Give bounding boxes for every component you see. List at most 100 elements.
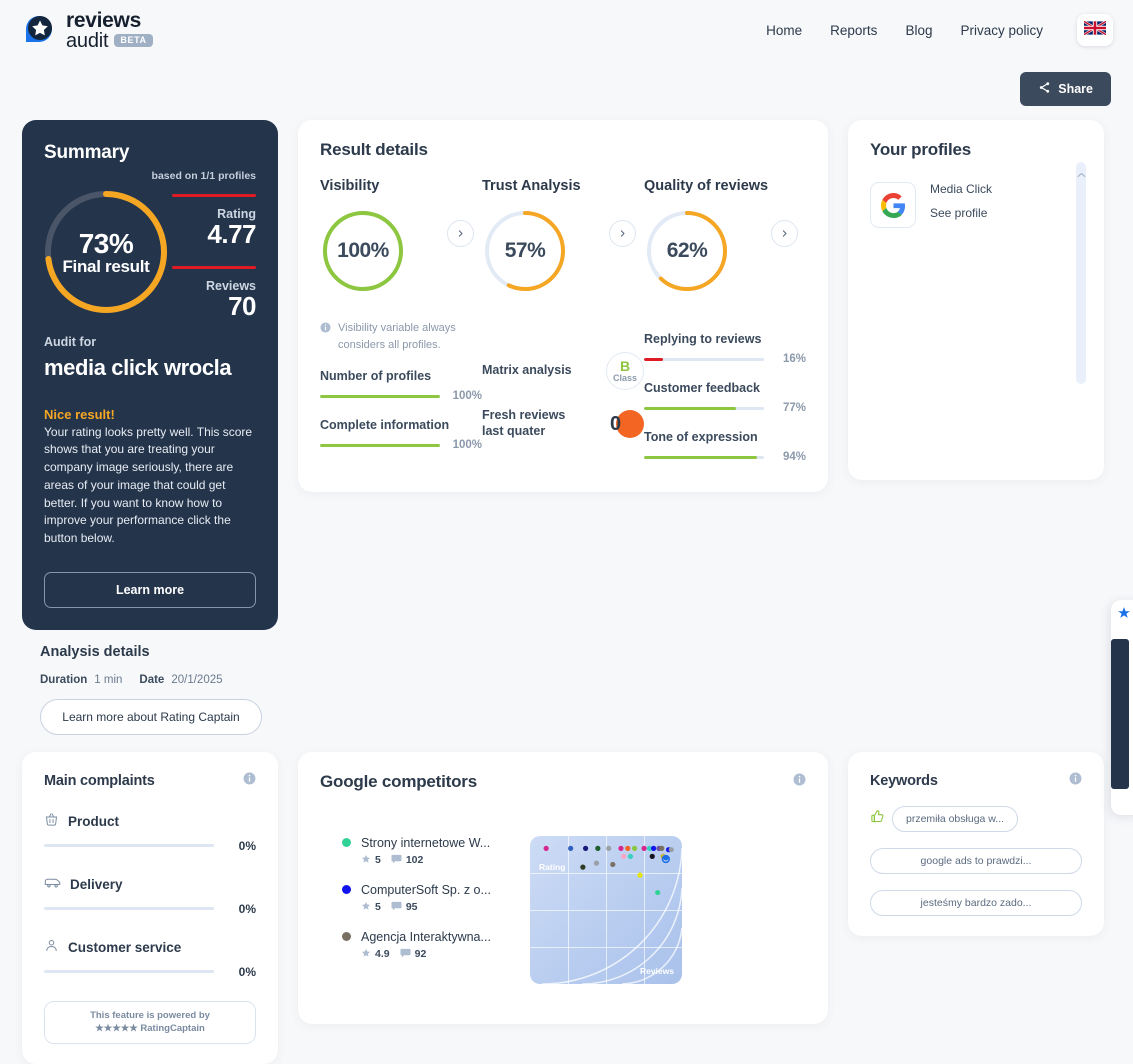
trust-analysis-donut: 57% bbox=[482, 208, 568, 294]
page-header: reviews audit BETA Home Reports Blog Pri… bbox=[0, 0, 1133, 60]
competitor-color-dot bbox=[342, 838, 351, 848]
profile-see-profile-link[interactable]: See profile bbox=[930, 206, 992, 220]
rating-captain-button[interactable]: Learn more about Rating Captain bbox=[40, 698, 262, 735]
info-icon[interactable] bbox=[1069, 772, 1082, 790]
main-nav: Home Reports Blog Privacy policy bbox=[766, 14, 1113, 46]
comment-icon bbox=[391, 854, 402, 867]
result-details-card: Result details Visibility 100% Visibilit… bbox=[298, 120, 828, 492]
powered-by-rating-captain[interactable]: This feature is powered by ★★★★★ RatingC… bbox=[44, 1000, 256, 1045]
metric-customer-feedback: Customer feedback 77% bbox=[644, 381, 806, 414]
competitor-list-item[interactable]: Strony internetowe W... 5 102 bbox=[342, 836, 520, 867]
summary-based-on: based on 1/1 profiles bbox=[151, 170, 256, 182]
summary-stats: Rating 4.77 Reviews 70 bbox=[172, 186, 257, 322]
competitor-color-dot bbox=[342, 885, 351, 895]
fresh-reviews-label: Fresh reviews last quater bbox=[482, 408, 566, 438]
competitor-list-item[interactable]: Agencja Interaktywna... 4.9 92 bbox=[342, 930, 520, 961]
nav-item-reports[interactable]: Reports bbox=[830, 23, 877, 38]
final-result-caption: Final result bbox=[62, 256, 150, 276]
analysis-details-row: Duration 1 min Date 20/1/2025 bbox=[40, 674, 260, 686]
trust-analysis-percent: 57% bbox=[504, 239, 546, 262]
matrix-analysis-row: Matrix analysis B Class bbox=[482, 352, 644, 390]
brand-logo[interactable]: reviews audit BETA bbox=[22, 10, 153, 51]
main-complaints-title: Main complaints bbox=[44, 772, 155, 789]
result-column-trust-analysis: Trust Analysis 57% Matrix analysis B Cla… bbox=[482, 178, 644, 463]
person-icon bbox=[44, 938, 59, 958]
profiles-scrollbar[interactable] bbox=[1076, 162, 1086, 384]
audit-for-label: Audit for bbox=[44, 334, 97, 349]
competitor-rating-value: 4.9 bbox=[375, 948, 390, 961]
your-profiles-card: Your profiles Media Click See profile bbox=[848, 120, 1104, 480]
competitor-reviews: 102 bbox=[391, 854, 424, 867]
complaint-product: Product 0% bbox=[44, 812, 256, 853]
competitor-reviews-value: 92 bbox=[414, 948, 427, 961]
competitor-name: ComputerSoft Sp. z o... bbox=[361, 882, 491, 897]
competitor-scatter-plot[interactable]: Rating Reviews bbox=[530, 835, 682, 984]
profile-info: Media Click See profile bbox=[930, 182, 992, 220]
competitor-color-dot bbox=[342, 932, 351, 942]
keyword-pill[interactable]: przemiła obsługa w... bbox=[892, 805, 1019, 832]
learn-more-button[interactable]: Learn more bbox=[44, 571, 256, 608]
competitor-rating: 4.9 bbox=[361, 948, 390, 961]
google-competitors-title: Google competitors bbox=[320, 771, 477, 791]
competitor-reviews-value: 102 bbox=[405, 854, 424, 867]
nav-item-home[interactable]: Home bbox=[766, 23, 802, 38]
floating-widget-icon bbox=[1117, 606, 1133, 625]
keywords-card: Keywords przemiła obsługa w... google ad… bbox=[848, 751, 1104, 936]
complaint-label: Customer service bbox=[68, 940, 182, 956]
profile-name: Media Click bbox=[930, 182, 993, 196]
analysis-details-title: Analysis details bbox=[40, 643, 150, 660]
metric-bar bbox=[644, 406, 764, 410]
complaint-label: Delivery bbox=[70, 877, 123, 893]
reviews-audit-logo-icon bbox=[22, 12, 58, 48]
competitor-list-item[interactable]: ComputerSoft Sp. z o... 5 95 bbox=[342, 883, 520, 914]
scatter-points bbox=[543, 845, 674, 896]
profile-row: Media Click See profile bbox=[870, 182, 1082, 228]
quality-expand-button[interactable] bbox=[771, 220, 798, 247]
share-row: Share bbox=[0, 60, 1133, 106]
duration-value: 1 min bbox=[94, 673, 123, 686]
keyword-pill[interactable]: google ads to prawdzi... bbox=[870, 847, 1082, 874]
competitor-rating-value: 5 bbox=[375, 901, 381, 914]
powered-by-line-1: This feature is powered by bbox=[90, 1009, 210, 1021]
info-icon[interactable] bbox=[793, 773, 806, 791]
competitor-name: Strony internetowe W... bbox=[361, 835, 491, 850]
keyword-pill[interactable]: jesteśmy bardzo zado... bbox=[870, 889, 1082, 916]
date-label: Date bbox=[139, 673, 165, 686]
fresh-reviews-row: Fresh reviews last quater 0 bbox=[482, 408, 644, 439]
share-button[interactable]: Share bbox=[1020, 72, 1111, 106]
final-result-donut: 73% Final result bbox=[40, 186, 172, 318]
star-icon bbox=[361, 948, 371, 961]
reviews-value: 70 bbox=[228, 291, 256, 322]
competitor-name: Agencja Interaktywna... bbox=[361, 929, 491, 944]
metric-replying-to-reviews: Replying to reviews 16% bbox=[644, 332, 806, 365]
language-switcher[interactable] bbox=[1077, 14, 1113, 46]
metric-label: Number of profiles bbox=[320, 369, 432, 383]
brand-wordmark: reviews audit BETA bbox=[66, 10, 153, 51]
chevron-right-icon bbox=[456, 225, 465, 243]
nav-item-blog[interactable]: Blog bbox=[905, 23, 932, 38]
chevron-up-icon bbox=[1077, 165, 1086, 384]
nav-item-privacy-policy[interactable]: Privacy policy bbox=[960, 23, 1043, 38]
truck-icon bbox=[44, 875, 61, 895]
metric-value: 94% bbox=[782, 451, 806, 463]
competitor-rating: 5 bbox=[361, 901, 381, 914]
visibility-expand-button[interactable] bbox=[447, 220, 474, 247]
metric-bar bbox=[644, 357, 764, 361]
quality-donut: 62% bbox=[644, 208, 730, 294]
complaint-value: 0% bbox=[238, 838, 256, 853]
result-column-quality-of-reviews: Quality of reviews 62% Replying to revie… bbox=[644, 178, 806, 463]
competitor-rating: 5 bbox=[361, 854, 381, 867]
duration-label: Duration bbox=[40, 673, 88, 686]
floating-side-widget[interactable] bbox=[1111, 600, 1133, 815]
complaint-delivery: Delivery 0% bbox=[44, 875, 256, 916]
your-profiles-title: Your profiles bbox=[870, 140, 971, 159]
uk-flag-icon bbox=[1083, 19, 1107, 40]
verdict-title: Nice result! bbox=[44, 406, 115, 422]
complaint-label: Product bbox=[68, 814, 120, 830]
summary-column: Summary based on 1/1 profiles 73% Final … bbox=[22, 120, 278, 735]
audit-for-name: media click wrocla bbox=[44, 354, 232, 380]
trust-analysis-expand-button[interactable] bbox=[609, 220, 636, 247]
chevron-right-icon bbox=[780, 225, 789, 243]
matrix-class-badge: B Class bbox=[606, 352, 644, 390]
info-icon[interactable] bbox=[243, 772, 256, 790]
